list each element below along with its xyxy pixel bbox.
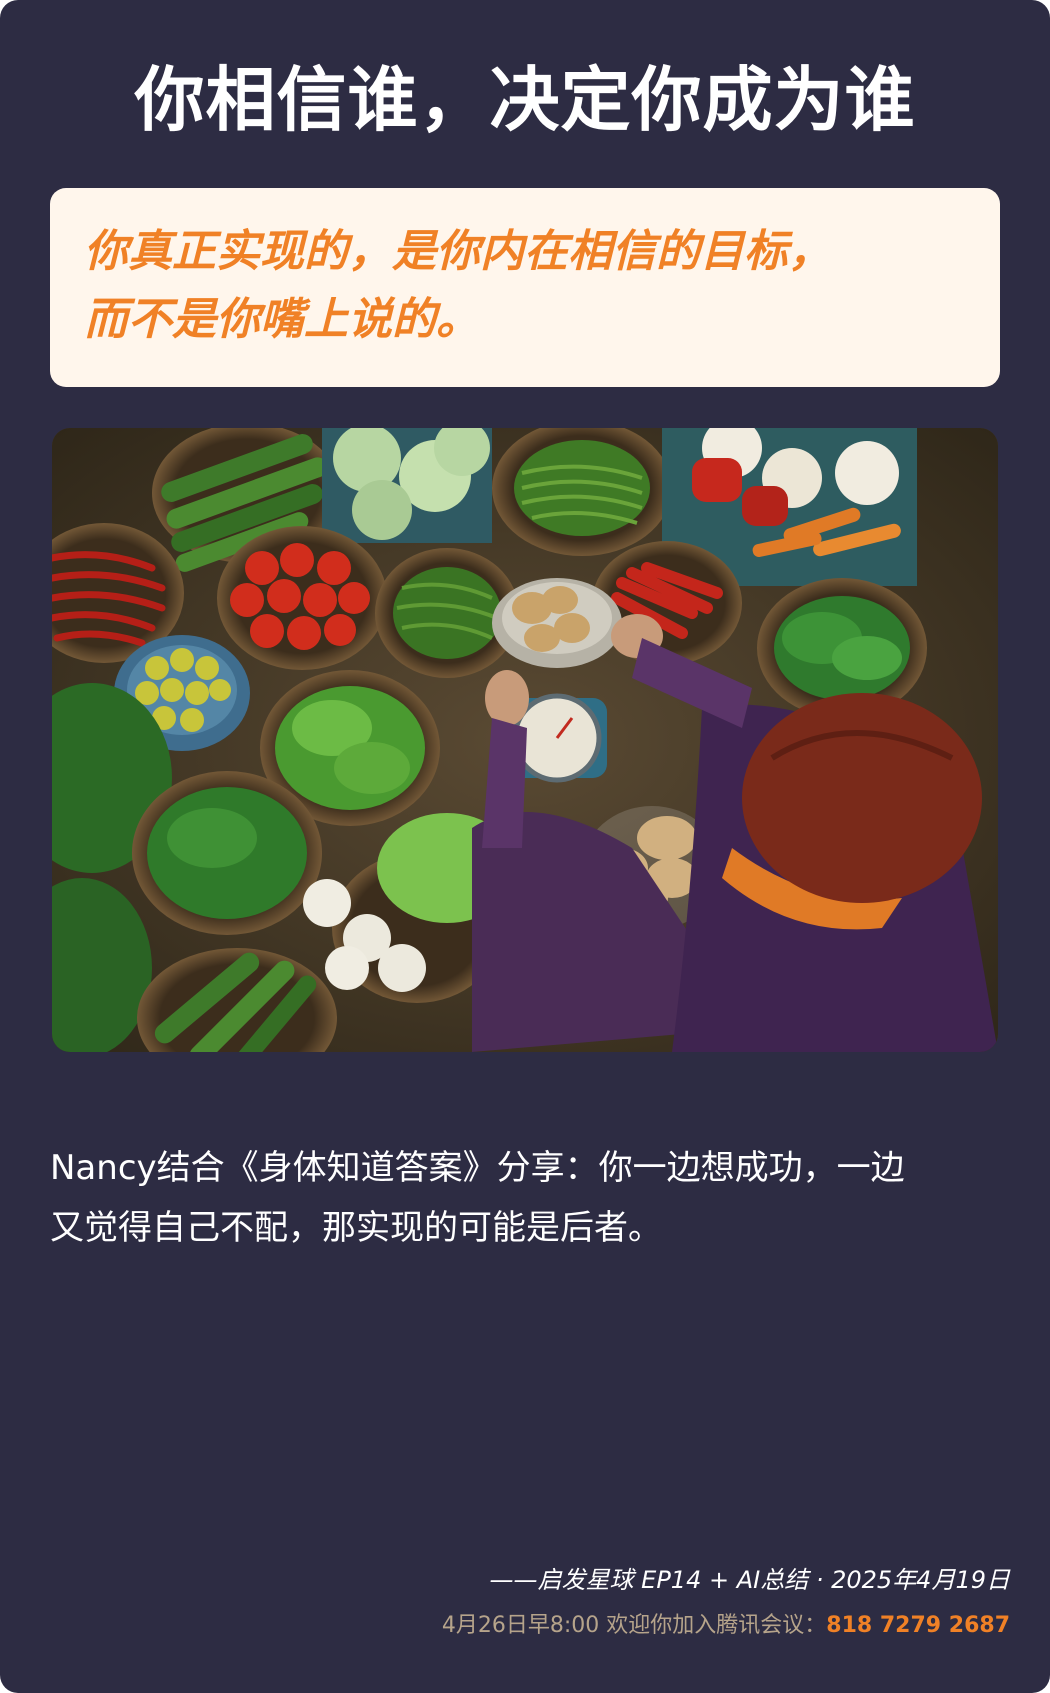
tomato-basket: [217, 526, 387, 670]
meeting-number[interactable]: 818 7279 2687: [826, 1613, 1010, 1638]
poster-card: 你相信谁，决定你成为谁 你真正实现的，是你内在相信的目标， 而不是你嘴上说的。: [0, 0, 1050, 1693]
body-line-2: 又觉得自己不配，那实现的可能是后者。: [50, 1208, 662, 1248]
footer-source: ——启发星球 EP14 + AI总结 · 2025年4月19日: [489, 1566, 1010, 1594]
cabbage-crate: [322, 428, 492, 543]
invite-label: 4月26日早8:00 欢迎你加入腾讯会议：: [441, 1613, 827, 1638]
market-photo-illustration: [52, 428, 998, 1052]
herb-basket: [132, 771, 322, 935]
quote-line-2: 而不是你嘴上说的。: [84, 294, 480, 345]
body-text: Nancy结合《身体知道答案》分享：你一边想成功，一边 又觉得自己不配，那实现的…: [50, 1138, 1000, 1258]
footer-invite: 4月26日早8:00 欢迎你加入腾讯会议：818 7279 2687: [442, 1610, 1010, 1642]
page-title: 你相信谁，决定你成为谁: [134, 59, 916, 141]
market-photo: [52, 428, 998, 1052]
body-line-1: Nancy结合《身体知道答案》分享：你一边想成功，一边: [50, 1148, 905, 1188]
quote-line-1: 你真正实现的，是你内在相信的目标，: [84, 226, 832, 277]
quote-box: 你真正实现的，是你内在相信的目标， 而不是你嘴上说的。: [50, 188, 1000, 387]
